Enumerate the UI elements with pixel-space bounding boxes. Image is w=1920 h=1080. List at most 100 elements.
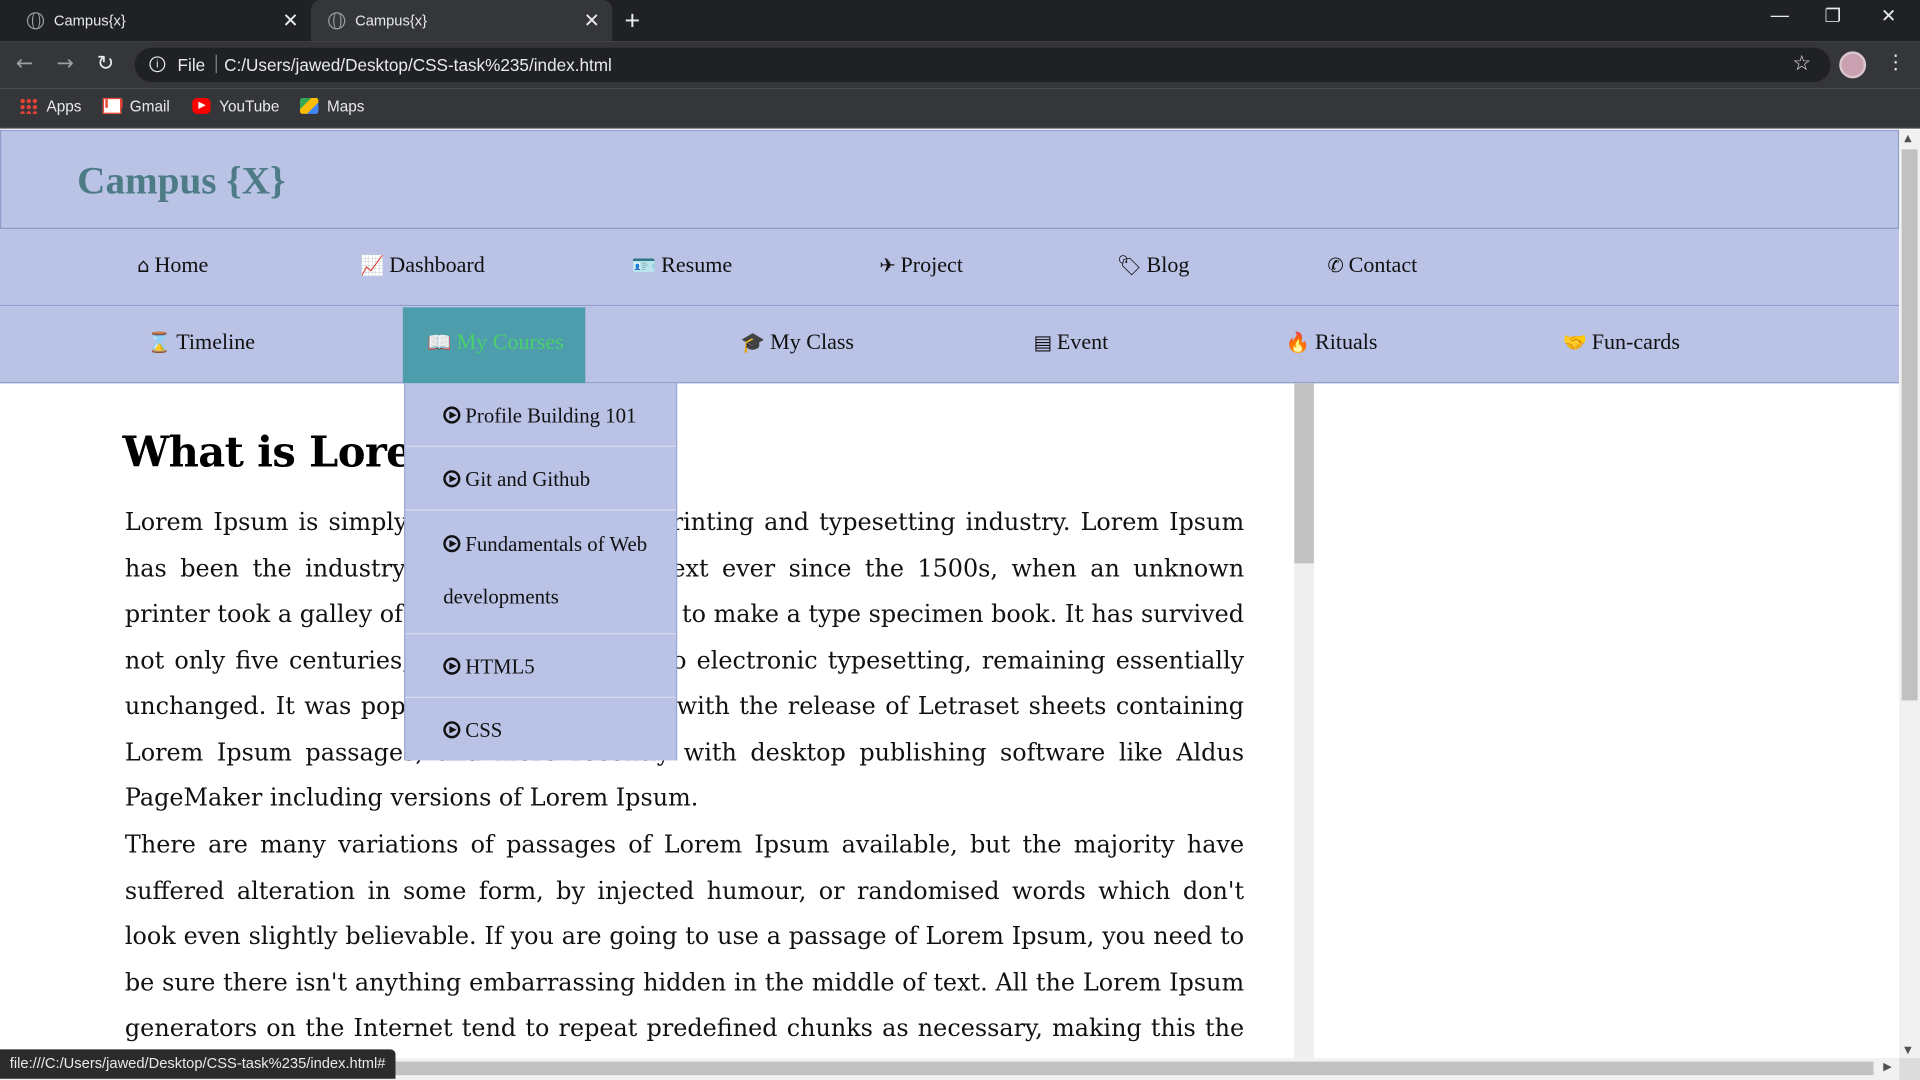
bookmark-gmail[interactable]: Gmail — [102, 97, 170, 116]
close-window-icon[interactable]: ✕ — [1881, 5, 1896, 27]
primary-nav: ⌂ Home 📈 Dashboard 🪪 Resume ✈ Project 🏷 Blog … — [0, 228, 1900, 307]
restore-icon[interactable]: ❐ — [1825, 5, 1841, 27]
page-scrollbar[interactable]: ▲ ▼ — [1899, 129, 1920, 1058]
address-bar[interactable]: i File | C:/Users/jawed/Desktop/CSS-task… — [134, 47, 1831, 83]
secondary-nav: ⌛ Timeline 📖 My Courses 🎓 My Class ▤ Event 🔥… — [0, 306, 1900, 384]
scroll-up-icon[interactable]: ▲ — [1904, 132, 1912, 143]
browser-tab-active[interactable]: Campus{x} ✕ — [311, 0, 613, 42]
nav-my-class[interactable]: 🎓 My Class — [741, 329, 854, 355]
nav-label: Dashboard — [389, 252, 485, 277]
handshake-icon: 🤝 — [1562, 330, 1587, 354]
nav-label: Home — [154, 252, 209, 277]
dropdown-item[interactable]: CSS — [405, 698, 676, 760]
dropdown-item-label: Fundamentals of Web developments — [443, 532, 648, 609]
page-viewport: Campus {X} ⌂ Home 📈 Dashboard 🪪 Resume ✈ Pro… — [0, 129, 1900, 1058]
apps-grid-icon — [19, 97, 38, 114]
globe-icon — [26, 12, 45, 30]
play-circle-icon — [443, 721, 461, 739]
bookmark-maps[interactable]: Maps — [300, 97, 364, 115]
site-logo[interactable]: Campus {X} — [77, 158, 285, 203]
reload-icon[interactable]: ↻ — [97, 51, 114, 75]
forward-arrow-icon[interactable]: → — [56, 51, 73, 75]
bookmarks-bar: Apps Gmail YouTube Maps — [0, 88, 1920, 129]
bookmark-label: Gmail — [129, 97, 170, 116]
nav-label: My Courses — [456, 329, 564, 354]
nav-resume[interactable]: 🪪 Resume — [632, 252, 732, 278]
book-icon: 📖 — [427, 330, 452, 354]
nav-fun-cards[interactable]: 🤝 Fun-cards — [1562, 329, 1679, 355]
phone-volume-icon: ✆ — [1327, 253, 1344, 277]
nav-label: Fun-cards — [1591, 329, 1680, 354]
tab-strip: Campus{x} ✕ Campus{x} ✕ + — ❐ ✕ — [0, 0, 1920, 42]
browser-toolbar: ← → ↻ i File | C:/Users/jawed/Desktop/CS… — [0, 41, 1920, 89]
nav-rituals[interactable]: 🔥 Rituals — [1286, 329, 1378, 355]
home-icon: ⌂ — [137, 253, 150, 277]
nav-label: Rituals — [1315, 329, 1378, 354]
menu-kebab-icon[interactable]: ⋮ — [1886, 50, 1906, 73]
bookmark-apps[interactable]: Apps — [19, 97, 82, 116]
nav-label: Timeline — [176, 329, 256, 354]
dropdown-item[interactable]: Fundamentals of Web developments — [405, 511, 676, 635]
close-tab-icon[interactable]: ✕ — [282, 9, 298, 33]
dropdown-item-label: CSS — [465, 718, 503, 743]
minimize-icon[interactable]: — — [1771, 5, 1789, 26]
dropdown-item[interactable]: Git and Github — [405, 447, 676, 511]
courses-dropdown: Profile Building 101 Git and Github Fund… — [404, 383, 678, 761]
bookmark-youtube[interactable]: YouTube — [192, 97, 280, 116]
dropdown-item[interactable]: HTML5 — [405, 634, 676, 698]
nav-label: Blog — [1146, 252, 1190, 277]
bookmark-label: YouTube — [219, 97, 280, 116]
id-card-icon: 🪪 — [631, 253, 657, 277]
list-alt-icon: ▤ — [1033, 330, 1052, 354]
nav-event[interactable]: ▤ Event — [1033, 329, 1108, 355]
line-chart-icon: 📈 — [360, 253, 385, 277]
dropdown-item-label: Git and Github — [465, 467, 591, 492]
tab-title: Campus{x} — [355, 12, 427, 30]
browser-tab[interactable]: Campus{x} ✕ — [10, 0, 311, 42]
scroll-down-icon[interactable]: ▼ — [1904, 1044, 1912, 1055]
play-circle-icon — [443, 657, 461, 675]
nav-label: Contact — [1348, 252, 1418, 277]
scrollbar-corner — [1899, 1057, 1920, 1080]
scrollbar-thumb[interactable] — [1294, 383, 1314, 564]
nav-timeline[interactable]: ⌛ Timeline — [147, 329, 255, 355]
site-header: Campus {X} — [0, 129, 1900, 229]
article-paragraph: Lorem Ipsum is simply dummy text of the … — [124, 508, 1245, 812]
maps-icon — [300, 97, 319, 114]
info-icon[interactable]: i — [149, 56, 166, 73]
play-circle-icon — [443, 470, 461, 488]
close-tab-icon[interactable]: ✕ — [584, 9, 600, 33]
article-paragraph: There are many variations of passages of… — [124, 830, 1245, 1043]
nav-my-courses-label: 📖 My Courses — [427, 329, 563, 355]
scheme-label: File — [177, 55, 206, 75]
hourglass-icon: ⌛ — [146, 330, 172, 354]
nav-contact[interactable]: ✆ Contact — [1327, 252, 1417, 278]
nav-my-courses[interactable]: 📖 My Courses — [402, 307, 586, 384]
dropdown-item[interactable]: Profile Building 101 — [405, 383, 676, 447]
scroll-right-icon[interactable]: ▶ — [1883, 1062, 1891, 1074]
bookmark-label: Apps — [46, 97, 82, 116]
article-scrollbar[interactable] — [1294, 383, 1314, 1058]
nav-dashboard[interactable]: 📈 Dashboard — [360, 252, 485, 278]
fire-icon: 🔥 — [1285, 330, 1311, 354]
youtube-icon — [192, 97, 211, 114]
nav-blog[interactable]: 🏷 Blog — [1117, 252, 1190, 278]
scrollbar-thumb[interactable] — [1901, 149, 1918, 701]
gmail-icon — [102, 97, 122, 114]
profile-avatar[interactable] — [1839, 51, 1867, 79]
nav-project[interactable]: ✈ Project — [879, 252, 963, 278]
new-tab-button[interactable]: + — [624, 5, 640, 37]
nav-label: Event — [1056, 329, 1109, 354]
nav-home[interactable]: ⌂ Home — [137, 252, 208, 278]
tab-title: Campus{x} — [53, 12, 126, 30]
dropdown-item-label: Profile Building 101 — [465, 404, 637, 428]
url-text[interactable]: C:/Users/jawed/Desktop/CSS-task%235/inde… — [224, 55, 612, 75]
bookmark-star-icon[interactable]: ☆ — [1792, 51, 1811, 75]
back-arrow-icon[interactable]: ← — [16, 51, 33, 75]
globe-icon — [328, 12, 346, 30]
dropdown-item-label: HTML5 — [465, 655, 535, 679]
status-bar: file:///C:/Users/jawed/Desktop/CSS-task%… — [0, 1049, 396, 1079]
play-circle-icon — [443, 535, 461, 553]
nav-label: My Class — [770, 329, 855, 354]
tag-icon: 🏷 — [1116, 253, 1142, 277]
